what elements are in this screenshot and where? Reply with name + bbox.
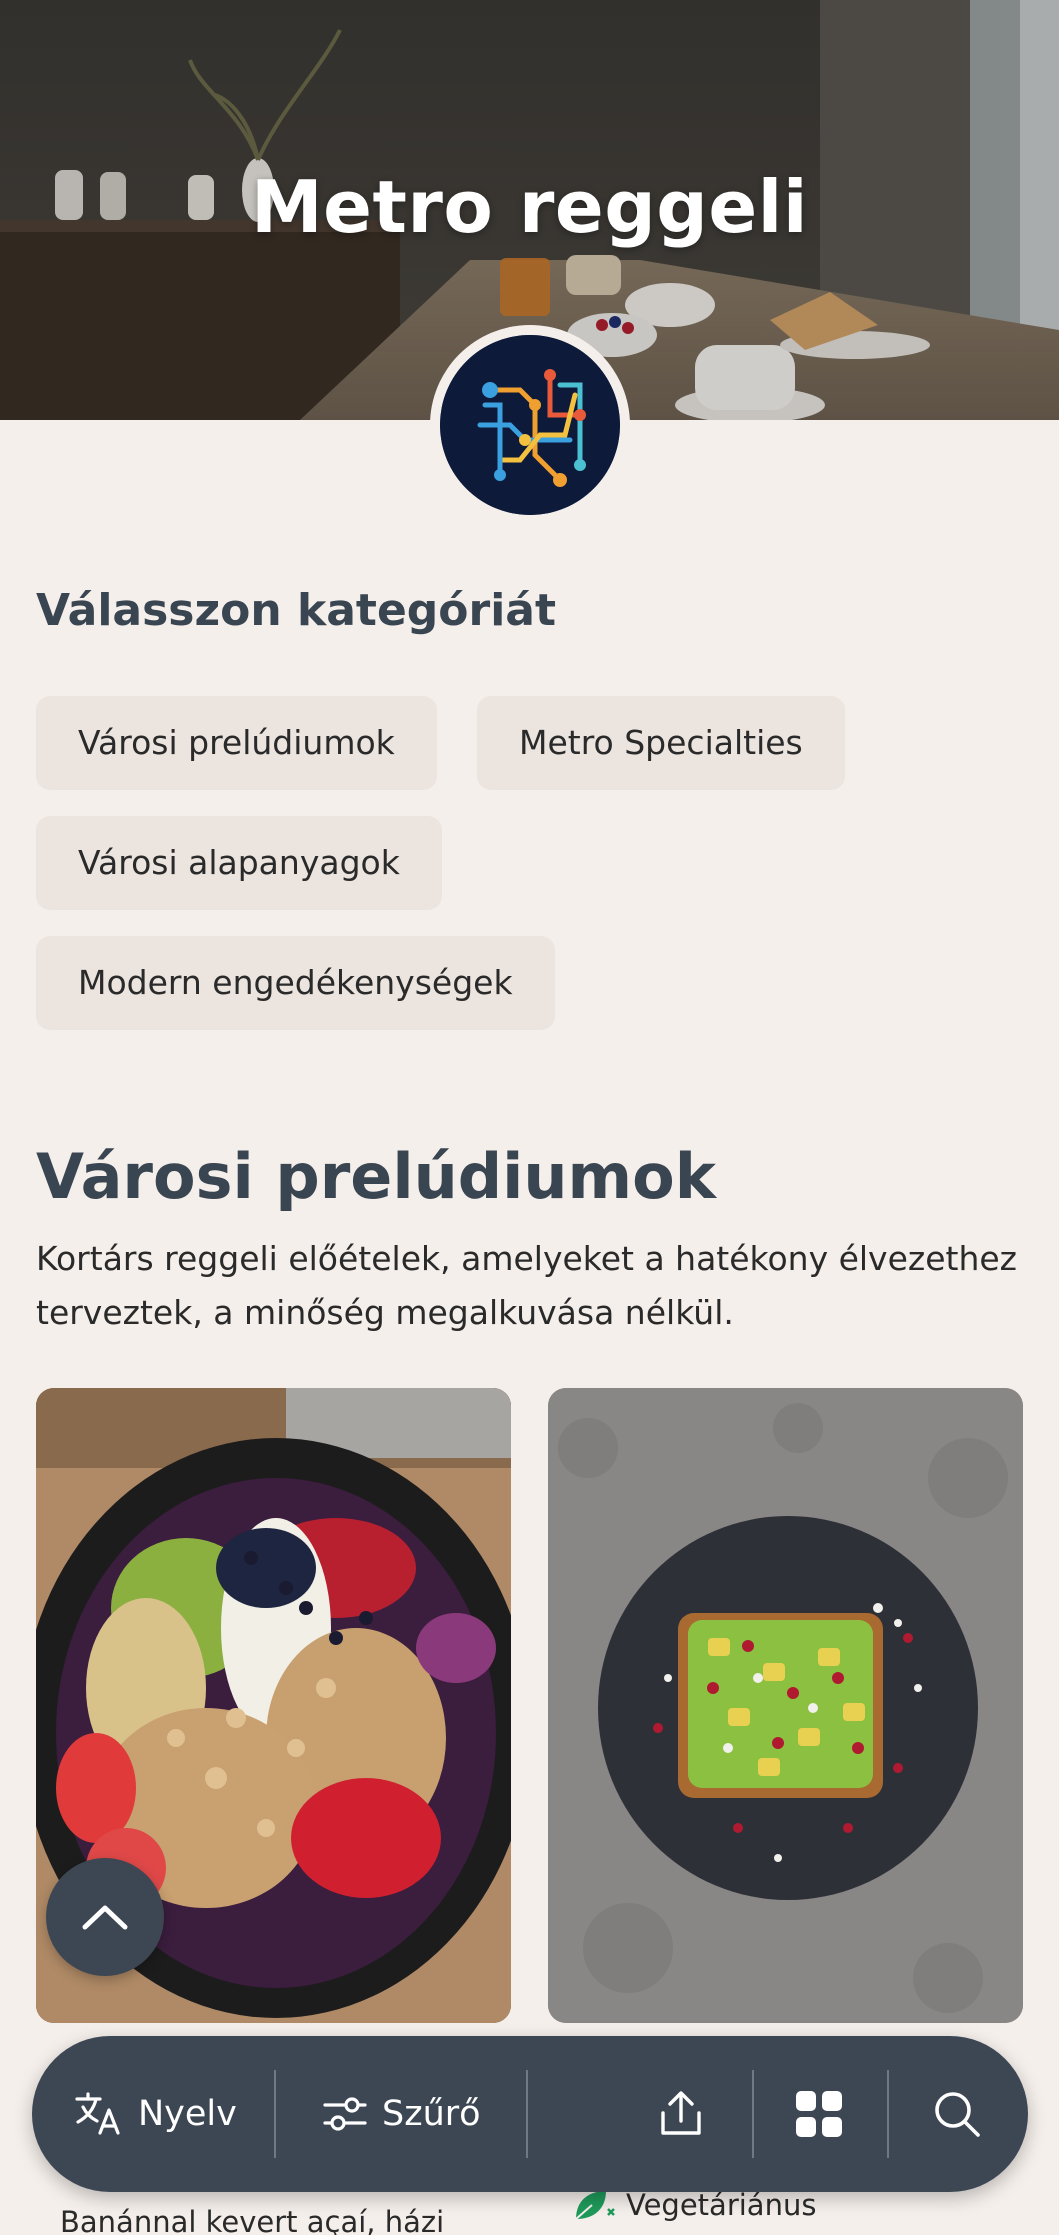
bottom-toolbar: Nyelv Szűrő [32, 2036, 1028, 2192]
toolbar-divider [526, 2070, 528, 2158]
chevron-up-icon [82, 1905, 128, 1930]
category-heading: Válasszon kategóriát [36, 585, 557, 636]
filter-button[interactable]: Szűrő [322, 2036, 481, 2192]
restaurant-logo [430, 325, 630, 525]
search-icon [935, 2092, 980, 2137]
section-description: Kortárs reggeli előételek, amelyeket a h… [36, 1239, 1017, 1332]
category-chip-metro-specialties[interactable]: Metro Specialties [477, 696, 845, 790]
language-button[interactable]: Nyelv [74, 2036, 237, 2192]
menu-item-card[interactable] [548, 1388, 1023, 2023]
translate-icon [75, 2092, 120, 2135]
toolbar-divider [274, 2070, 276, 2158]
category-chip-varosi-preludiumok[interactable]: Városi prelúdiumok [36, 696, 437, 790]
section-title: Városi prelúdiumok [36, 1140, 716, 1213]
share-icon [661, 2091, 701, 2135]
page-title: Metro reggeli [250, 165, 809, 249]
dietary-tag-label: Vegetáriánus [626, 2188, 817, 2222]
filter-label: Szűrő [382, 2094, 481, 2134]
metro-map-icon [440, 335, 620, 515]
share-button[interactable] [656, 2036, 706, 2192]
grid-icon [796, 2091, 842, 2137]
avocado-toast-image [548, 1388, 1023, 2023]
scroll-to-top-button[interactable] [46, 1858, 164, 1976]
toolbar-divider [752, 2070, 754, 2158]
language-label: Nyelv [138, 2094, 237, 2134]
grid-view-button[interactable] [794, 2036, 844, 2192]
category-chip-modern-engedekenysegek[interactable]: Modern engedékenységek [36, 936, 555, 1030]
filter-icon [323, 2097, 367, 2131]
toolbar-divider [887, 2070, 889, 2158]
search-button[interactable] [932, 2036, 982, 2192]
menu-item-name: Banánnal kevert açaí, házi [60, 2205, 445, 2235]
category-chip-varosi-alapanyagok[interactable]: Városi alapanyagok [36, 816, 442, 910]
menu-page: Metro reggeli Válasszon kategóriát Város… [0, 0, 1059, 2235]
